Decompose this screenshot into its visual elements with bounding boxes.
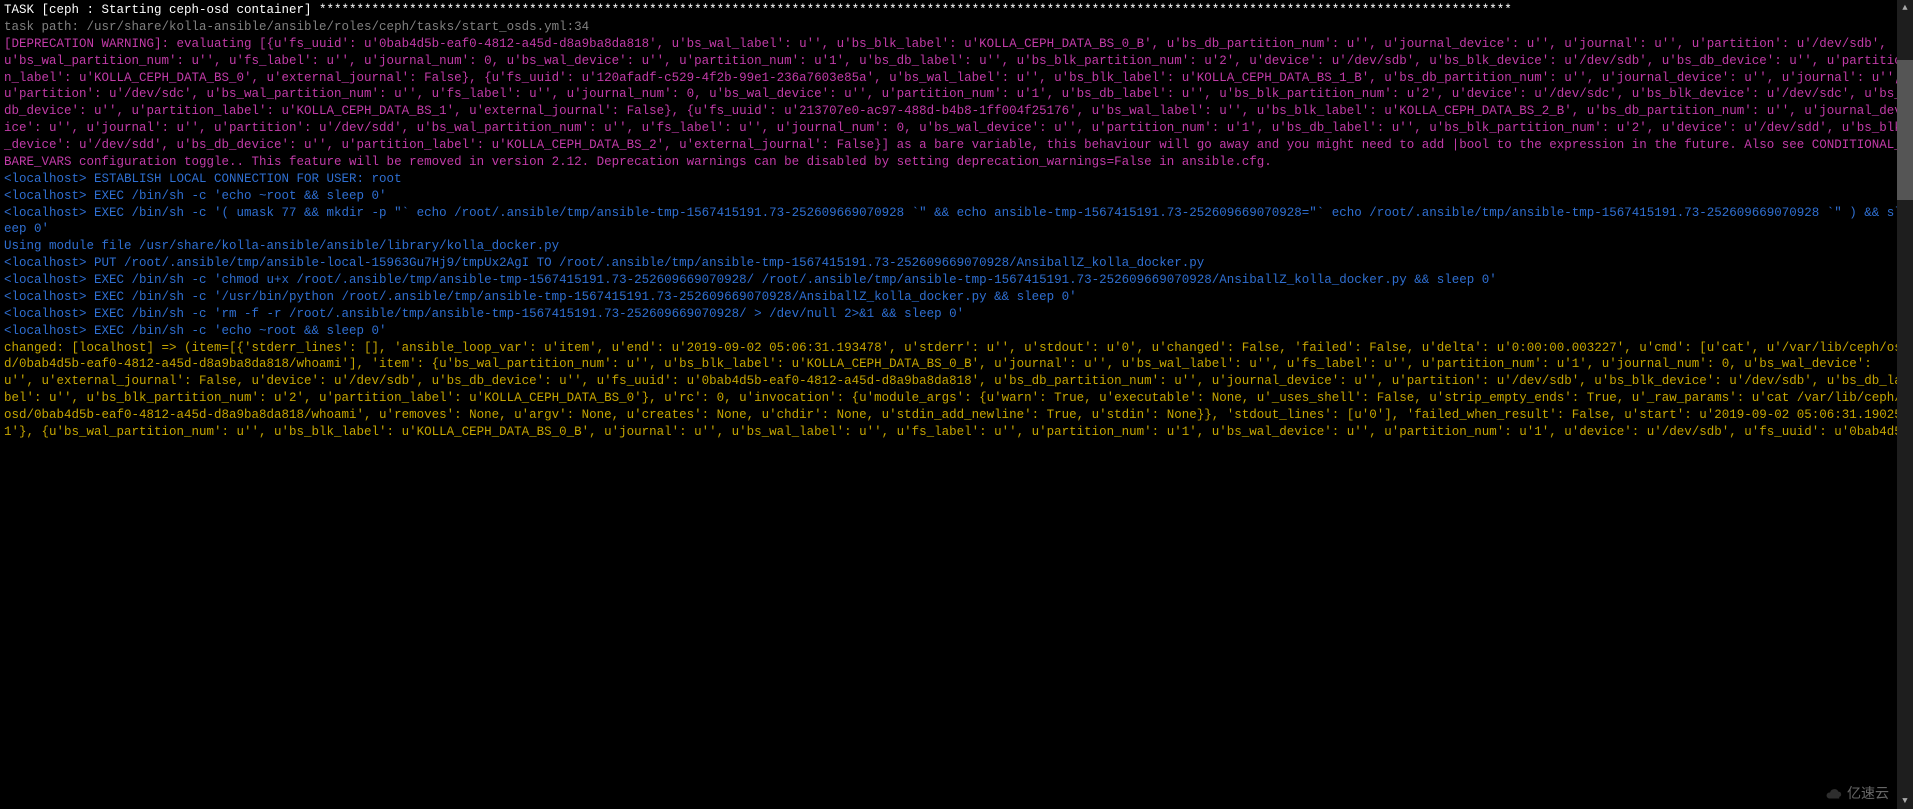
exec-line: <localhost> EXEC /bin/sh -c 'chmod u+x /… bbox=[4, 272, 1909, 289]
changed-result-line: changed: [localhost] => (item=[{'stderr_… bbox=[4, 340, 1909, 441]
exec-line: <localhost> EXEC /bin/sh -c '( umask 77 … bbox=[4, 205, 1909, 239]
connection-line: <localhost> ESTABLISH LOCAL CONNECTION F… bbox=[4, 171, 1909, 188]
deprecation-warning-line: [DEPRECATION WARNING]: evaluating [{u'fs… bbox=[4, 36, 1909, 171]
task-path-line: task path: /usr/share/kolla-ansible/ansi… bbox=[4, 19, 1909, 36]
task-header-line: TASK [ceph : Starting ceph-osd container… bbox=[4, 2, 1909, 19]
exec-line: <localhost> EXEC /bin/sh -c 'rm -f -r /r… bbox=[4, 306, 1909, 323]
exec-line: <localhost> EXEC /bin/sh -c '/usr/bin/py… bbox=[4, 289, 1909, 306]
terminal-output[interactable]: TASK [ceph : Starting ceph-osd container… bbox=[0, 0, 1913, 809]
module-file-line: Using module file /usr/share/kolla-ansib… bbox=[4, 238, 1909, 255]
exec-line: <localhost> EXEC /bin/sh -c 'echo ~root … bbox=[4, 323, 1909, 340]
put-line: <localhost> PUT /root/.ansible/tmp/ansib… bbox=[4, 255, 1909, 272]
scroll-thumb[interactable] bbox=[1897, 60, 1913, 200]
vertical-scrollbar[interactable]: ▲ ▼ bbox=[1897, 0, 1913, 809]
scroll-down-arrow-icon[interactable]: ▼ bbox=[1897, 793, 1913, 809]
exec-line: <localhost> EXEC /bin/sh -c 'echo ~root … bbox=[4, 188, 1909, 205]
scroll-up-arrow-icon[interactable]: ▲ bbox=[1897, 0, 1913, 16]
